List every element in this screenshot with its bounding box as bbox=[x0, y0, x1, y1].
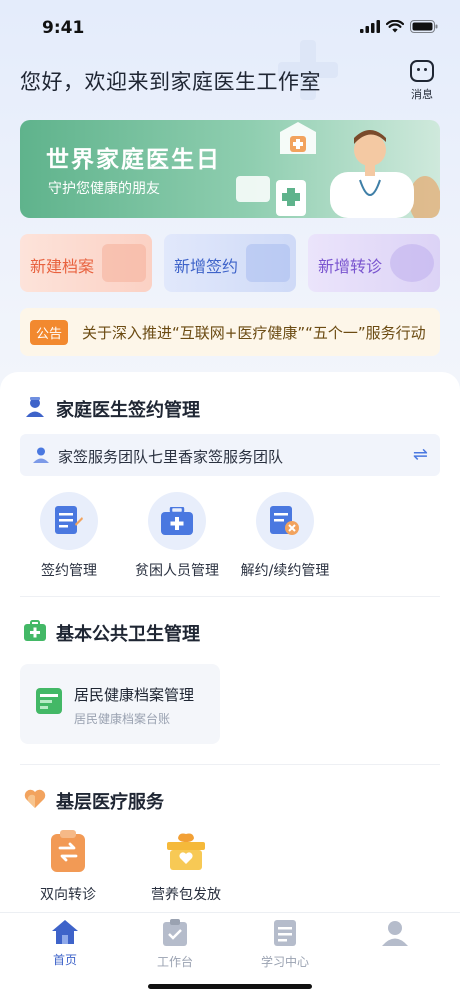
quick-action-label: 新建档案 bbox=[30, 257, 95, 276]
doctor-illustration bbox=[236, 122, 440, 218]
tab-label: 首页 bbox=[52, 953, 77, 967]
clipboard-swap-icon bbox=[51, 830, 85, 872]
notice-bar[interactable]: 公告 关于深入推进“互联网+医疗健康”“五个一”服务行动 bbox=[20, 308, 440, 356]
archive-icon bbox=[102, 244, 146, 282]
service-label: 双向转诊 bbox=[40, 887, 96, 903]
clipboard-check-icon bbox=[163, 919, 187, 946]
health-archive-card[interactable]: 居民健康档案管理 居民健康档案台账 bbox=[20, 664, 220, 744]
quick-action-new-referral[interactable]: 新增转诊 bbox=[308, 234, 440, 292]
signal-icon bbox=[360, 20, 380, 33]
sign-icon bbox=[246, 244, 290, 282]
person-icon bbox=[33, 447, 49, 463]
feature-label: 贫困人员管理 bbox=[135, 563, 219, 579]
promo-banner[interactable]: 世界家庭医生日 守护您健康的朋友 bbox=[20, 120, 440, 218]
notice-text: 关于深入推进“互联网+医疗健康”“五个一”服务行动 bbox=[82, 324, 426, 342]
sign-section-title: 家庭医生签约管理 bbox=[56, 400, 200, 421]
feature-label: 签约管理 bbox=[41, 563, 97, 579]
feature-label: 解约/续约管理 bbox=[240, 563, 330, 579]
tab-label: 学习中心 bbox=[260, 955, 309, 969]
feature-poverty-management[interactable]: 贫困人员管理 bbox=[122, 492, 232, 580]
notice-tag: 公告 bbox=[30, 320, 69, 345]
heart-hand-icon bbox=[24, 789, 46, 808]
referral-icon bbox=[390, 244, 434, 282]
team-name: 家签服务团队七里香家签服务团队 bbox=[58, 448, 284, 466]
team-selector[interactable]: 家签服务团队七里香家签服务团队 ⇌ bbox=[20, 434, 440, 476]
feature-sign-management[interactable]: 签约管理 bbox=[14, 492, 124, 580]
home-icon bbox=[52, 920, 78, 944]
home-indicator bbox=[148, 984, 312, 989]
service-label: 营养包发放 bbox=[151, 887, 221, 903]
quick-action-new-archive[interactable]: 新建档案 bbox=[20, 234, 152, 292]
health-record-icon bbox=[36, 688, 62, 714]
document-icon bbox=[55, 506, 83, 534]
doctor-icon bbox=[26, 397, 44, 417]
tab-learning-center[interactable]: 学习中心 bbox=[250, 919, 320, 970]
status-icons bbox=[360, 20, 438, 33]
quick-action-label: 新增转诊 bbox=[318, 257, 383, 276]
tab-workbench[interactable]: 工作台 bbox=[140, 919, 210, 970]
tab-profile[interactable] bbox=[360, 919, 430, 953]
quick-action-label: 新增签约 bbox=[174, 257, 239, 276]
divider bbox=[20, 764, 440, 765]
greeting-text: 您好，欢迎来到家庭医生工作室 bbox=[20, 71, 321, 94]
status-time: 9:41 bbox=[42, 18, 85, 38]
quick-action-new-sign[interactable]: 新增签约 bbox=[164, 234, 296, 292]
banner-subtitle: 守护您健康的朋友 bbox=[48, 181, 160, 197]
archive-title: 居民健康档案管理 bbox=[74, 686, 195, 704]
swap-icon[interactable]: ⇌ bbox=[413, 444, 428, 465]
medical-kit-icon bbox=[161, 507, 193, 535]
service-nutrition-pack[interactable]: 营养包发放 bbox=[136, 830, 236, 904]
tab-home[interactable]: 首页 bbox=[30, 919, 100, 968]
user-icon bbox=[382, 921, 408, 946]
gift-icon bbox=[167, 833, 205, 870]
book-icon bbox=[274, 920, 296, 946]
service-referral[interactable]: 双向转诊 bbox=[18, 830, 118, 904]
message-label: 消息 bbox=[411, 88, 433, 101]
message-button[interactable]: 消息 bbox=[402, 60, 442, 108]
medical-kit-icon bbox=[24, 620, 46, 641]
wifi-icon bbox=[386, 20, 404, 33]
basic-section-title: 基层医疗服务 bbox=[56, 792, 164, 813]
main-card: 家庭医生签约管理 家签服务团队七里香家签服务团队 ⇌ 签约管理 贫困人员管理 解… bbox=[0, 372, 460, 912]
feature-renew-management[interactable]: 解约/续约管理 bbox=[230, 492, 340, 580]
cancel-document-icon bbox=[270, 506, 299, 535]
archive-subtitle: 居民健康档案台账 bbox=[74, 712, 171, 726]
tab-label: 工作台 bbox=[156, 955, 193, 969]
status-bar: 9:41 bbox=[0, 0, 460, 50]
message-icon bbox=[410, 60, 434, 82]
battery-icon bbox=[410, 20, 438, 33]
public-section-title: 基本公共卫生管理 bbox=[56, 624, 200, 645]
divider bbox=[20, 596, 440, 597]
banner-title: 世界家庭医生日 bbox=[46, 147, 221, 173]
